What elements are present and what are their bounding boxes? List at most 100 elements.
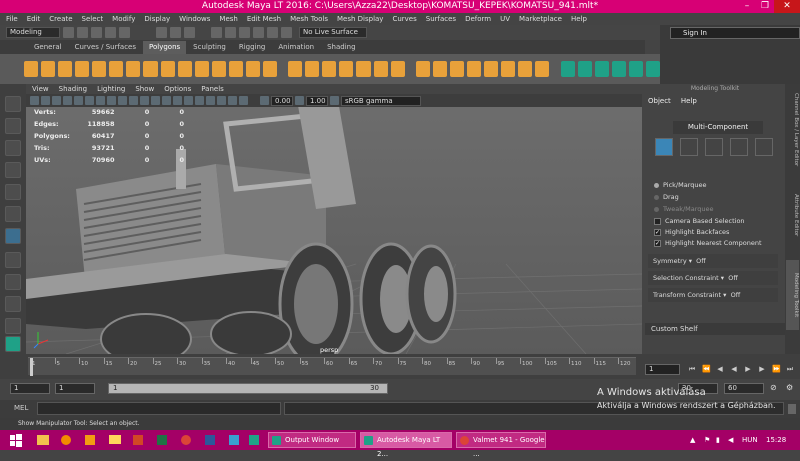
preferences-icon[interactable]: ⚙ bbox=[786, 383, 793, 392]
shelf-plane-icon[interactable] bbox=[109, 61, 124, 77]
shelf-bool-intersect-icon[interactable] bbox=[594, 61, 609, 77]
maya-icon[interactable] bbox=[246, 432, 266, 448]
shelf-helix-icon[interactable] bbox=[211, 61, 226, 77]
rotate-tool-icon[interactable] bbox=[5, 184, 21, 200]
viewport-menu-show[interactable]: Show bbox=[135, 85, 154, 93]
wireframe-on-shaded-icon[interactable] bbox=[162, 96, 171, 105]
snap-grid-icon[interactable] bbox=[211, 27, 222, 38]
vlc-icon[interactable] bbox=[82, 432, 102, 448]
field-chart-icon[interactable] bbox=[118, 96, 127, 105]
shelf-pipe-icon[interactable] bbox=[194, 61, 209, 77]
ambient-occlusion-icon[interactable] bbox=[206, 96, 215, 105]
shelf-tab-curves-surfaces[interactable]: Curves / Surfaces bbox=[69, 41, 142, 54]
pick-marquee-option[interactable]: Pick/Marquee bbox=[654, 181, 707, 189]
menu-display[interactable]: Display bbox=[144, 15, 170, 23]
select-component-icon[interactable] bbox=[184, 27, 195, 38]
go-to-end-icon[interactable]: ⏭ bbox=[786, 365, 794, 373]
scale-tool-icon[interactable] bbox=[5, 206, 21, 222]
shelf-pyramid-icon[interactable] bbox=[160, 61, 175, 77]
shelf-mirror-icon[interactable] bbox=[390, 61, 405, 77]
gate-mask-icon[interactable] bbox=[107, 96, 116, 105]
shelf-smooth-icon[interactable] bbox=[322, 61, 337, 77]
shelf-bevel-icon[interactable] bbox=[467, 61, 482, 77]
textured-icon[interactable] bbox=[173, 96, 182, 105]
shelf-multi-cut-icon[interactable] bbox=[501, 61, 516, 77]
menu-uv[interactable]: UV bbox=[500, 15, 510, 23]
shelf-tab-polygons[interactable]: Polygons bbox=[143, 41, 187, 54]
timeline-ticks[interactable]: 1 5 10 15 20 25 30 35 40 45 50 55 60 65 70 75 80 85 90 95 10… bbox=[28, 357, 636, 376]
exposure-icon[interactable] bbox=[260, 96, 269, 105]
menu-create[interactable]: Create bbox=[49, 15, 72, 23]
bookmark-icon[interactable] bbox=[52, 96, 61, 105]
shelf-tab-rigging[interactable]: Rigging bbox=[233, 41, 272, 54]
maximize-button[interactable]: ❐ bbox=[756, 0, 774, 13]
camera-icon[interactable] bbox=[30, 96, 39, 105]
tray-up-icon[interactable]: ▲ bbox=[690, 432, 695, 448]
shelf-separate-icon[interactable] bbox=[305, 61, 320, 77]
two-view-icon[interactable] bbox=[5, 296, 21, 312]
camera-attr-icon[interactable] bbox=[41, 96, 50, 105]
snap-point-icon[interactable] bbox=[239, 27, 250, 38]
close-button[interactable]: ✕ bbox=[774, 0, 800, 13]
shelf-sphere-icon[interactable] bbox=[24, 61, 39, 77]
tweak-marquee-option[interactable]: Tweak/Marquee bbox=[654, 205, 714, 213]
drag-option[interactable]: Drag bbox=[654, 193, 679, 201]
play-forward-icon[interactable]: ▶ bbox=[744, 365, 752, 373]
menu-mesh[interactable]: Mesh bbox=[219, 15, 237, 23]
menu-edit[interactable]: Edit bbox=[27, 15, 41, 23]
play-back-icon[interactable]: ◀ bbox=[730, 365, 738, 373]
isolate-select-icon[interactable] bbox=[217, 96, 226, 105]
folder-icon[interactable] bbox=[63, 27, 74, 38]
modeling-toolkit-tab[interactable]: Modeling Toolkit bbox=[786, 260, 799, 330]
shelf-extrude-icon[interactable] bbox=[432, 61, 448, 77]
menu-mesh-display[interactable]: Mesh Display bbox=[337, 15, 383, 23]
paint-select-icon[interactable] bbox=[5, 140, 21, 156]
excel-icon[interactable] bbox=[154, 432, 174, 448]
shelf-retopo-icon[interactable] bbox=[611, 61, 626, 77]
shelf-combine-icon[interactable] bbox=[288, 61, 303, 77]
toolkit-menu-help[interactable]: Help bbox=[681, 97, 697, 107]
current-time-marker[interactable] bbox=[30, 358, 33, 376]
shelf-prism-icon[interactable] bbox=[177, 61, 192, 77]
viewport-menu-options[interactable]: Options bbox=[164, 85, 191, 93]
menu-select[interactable]: Select bbox=[82, 15, 104, 23]
hypershade-icon[interactable] bbox=[5, 336, 21, 352]
minimize-button[interactable]: – bbox=[738, 0, 756, 13]
menu-deform[interactable]: Deform bbox=[465, 15, 491, 23]
shelf-gear-icon[interactable] bbox=[228, 61, 243, 77]
highlight-nearest[interactable]: ✓ Highlight Nearest Component bbox=[654, 239, 762, 247]
shelf-platonic-icon[interactable] bbox=[143, 61, 158, 77]
xray-icon[interactable] bbox=[228, 96, 237, 105]
mode-dropdown[interactable]: Modeling bbox=[6, 27, 60, 38]
shelf-uv-editor-icon[interactable] bbox=[645, 61, 661, 77]
face-mode-icon[interactable] bbox=[730, 138, 748, 156]
vertex-mode-icon[interactable] bbox=[680, 138, 698, 156]
flag-icon[interactable]: ⚑ bbox=[704, 432, 710, 448]
shelf-bool-union-icon[interactable] bbox=[560, 61, 575, 77]
selection-constraint-section[interactable]: Selection Constraint ▾ Off bbox=[648, 271, 778, 285]
volume-icon[interactable]: ◀ bbox=[728, 432, 733, 448]
undo-icon[interactable] bbox=[105, 27, 116, 38]
gamma-field[interactable]: 1.00 bbox=[306, 95, 328, 106]
menu-surfaces[interactable]: Surfaces bbox=[426, 15, 456, 23]
step-back-key-icon[interactable]: ⏪ bbox=[702, 365, 711, 373]
select-object-icon[interactable] bbox=[170, 27, 181, 38]
menu-help[interactable]: Help bbox=[571, 15, 587, 23]
menu-windows[interactable]: Windows bbox=[179, 15, 210, 23]
auto-key-icon[interactable]: ⊘ bbox=[770, 383, 777, 392]
explorer-icon[interactable] bbox=[34, 432, 54, 448]
redo-icon[interactable] bbox=[119, 27, 130, 38]
snap-surface-icon[interactable] bbox=[267, 27, 278, 38]
film-gate-icon[interactable] bbox=[85, 96, 94, 105]
shelf-tab-shading[interactable]: Shading bbox=[321, 41, 361, 54]
clock[interactable]: 15:28 bbox=[766, 432, 786, 448]
open-icon[interactable] bbox=[77, 27, 88, 38]
viewport-menu-panels[interactable]: Panels bbox=[201, 85, 224, 93]
menu-mesh-tools[interactable]: Mesh Tools bbox=[290, 15, 328, 23]
shelf-average-icon[interactable] bbox=[339, 61, 354, 77]
viewport-menu-view[interactable]: View bbox=[32, 85, 49, 93]
shelf-soccer-icon[interactable] bbox=[245, 61, 260, 77]
paint-icon[interactable] bbox=[226, 432, 246, 448]
shadows-icon[interactable] bbox=[195, 96, 204, 105]
range-start-field[interactable]: 1 bbox=[55, 383, 95, 394]
